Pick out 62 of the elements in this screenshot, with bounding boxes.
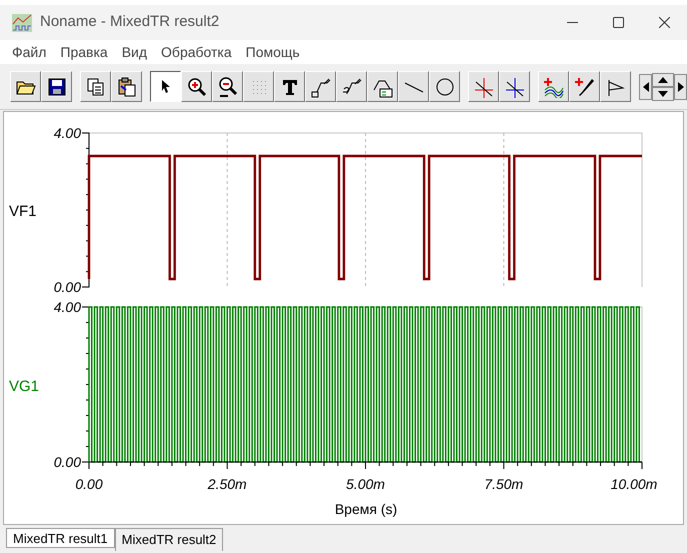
toolbar-dropper-button[interactable]	[569, 71, 600, 102]
toolbar-paste-button[interactable]	[111, 71, 142, 102]
left-triangle-icon	[642, 82, 648, 92]
trace-label: VF1	[9, 203, 37, 220]
crosshair-a-icon	[472, 76, 494, 98]
toolbar-grid-button[interactable]	[243, 71, 274, 102]
toolbar-text-button[interactable]	[274, 71, 305, 102]
toolbar-save-button[interactable]	[41, 71, 72, 102]
maximize-icon	[612, 17, 624, 28]
zoom-out-icon	[216, 76, 238, 98]
document-tab[interactable]: MixedTR result2	[114, 528, 224, 551]
x-axis-label: Время (s)	[334, 501, 398, 517]
toolbar-add-curves-button[interactable]	[538, 71, 569, 102]
toolbar-curve-label-button[interactable]	[305, 71, 336, 102]
menu-item[interactable]: Правка	[54, 42, 114, 62]
toolbar-flag-button[interactable]	[600, 71, 631, 102]
menu-item[interactable]: Помощь	[240, 42, 306, 62]
x-tick-label: 7.50m	[484, 476, 524, 492]
down-triangle-icon	[658, 90, 668, 96]
crosshair-b-icon	[504, 76, 526, 98]
scroll-down-button[interactable]	[652, 86, 674, 100]
y-tick-label: 4.00	[54, 125, 81, 141]
x-tick-label: 2.50m	[208, 476, 247, 492]
y-tick-label: 0.00	[54, 454, 81, 470]
x-tick-label: 0.00	[75, 476, 103, 492]
copy-icon	[84, 76, 106, 98]
paste-icon	[116, 76, 138, 98]
menu-item[interactable]: Вид	[116, 42, 154, 62]
toolbar-copy-button[interactable]	[80, 71, 111, 102]
toolbar-cursor-b-button[interactable]	[499, 71, 530, 102]
scroll-up-button[interactable]	[652, 72, 674, 86]
add-curves-icon	[542, 76, 564, 98]
trace-label: VG1	[9, 378, 40, 395]
x-tick-label: 10.00m	[610, 476, 658, 492]
toolbar-curve-query-button[interactable]	[336, 71, 367, 102]
menu-item[interactable]: Обработка	[155, 42, 238, 62]
toolbar-pointer-button[interactable]	[150, 71, 181, 102]
toolbar-curve-legend-button[interactable]	[367, 71, 398, 102]
toolbar-line-button[interactable]	[398, 71, 429, 102]
minimize-icon	[566, 22, 578, 23]
app-logo-icon	[12, 14, 32, 32]
curve-label-icon	[310, 76, 332, 98]
scroll-left-button[interactable]	[639, 74, 652, 100]
pointer-icon	[162, 80, 170, 93]
zoom-in-icon	[186, 76, 208, 98]
toolbar-cursor-a-button[interactable]	[468, 71, 499, 102]
window-title: Noname - MixedTR result2	[40, 12, 220, 32]
toolbar-zoom-in-button[interactable]	[181, 71, 212, 102]
circle-tool-icon	[434, 76, 456, 98]
document-tab[interactable]: MixedTR result1	[6, 528, 115, 548]
y-tick-label: 4.00	[54, 299, 81, 315]
toolbar-circle-button[interactable]	[429, 71, 460, 102]
scroll-right-button[interactable]	[674, 74, 687, 100]
up-triangle-icon	[658, 76, 668, 82]
y-tick-label: 0.00	[54, 279, 81, 295]
toolbar-zoom-out-button[interactable]	[212, 71, 243, 102]
close-icon	[658, 17, 670, 28]
dropper-icon	[574, 76, 596, 98]
menu-item[interactable]: Файл	[6, 42, 52, 62]
x-tick-label: 5.00m	[346, 476, 385, 492]
right-triangle-icon	[678, 82, 684, 92]
toolbar-open-button[interactable]	[10, 71, 41, 102]
